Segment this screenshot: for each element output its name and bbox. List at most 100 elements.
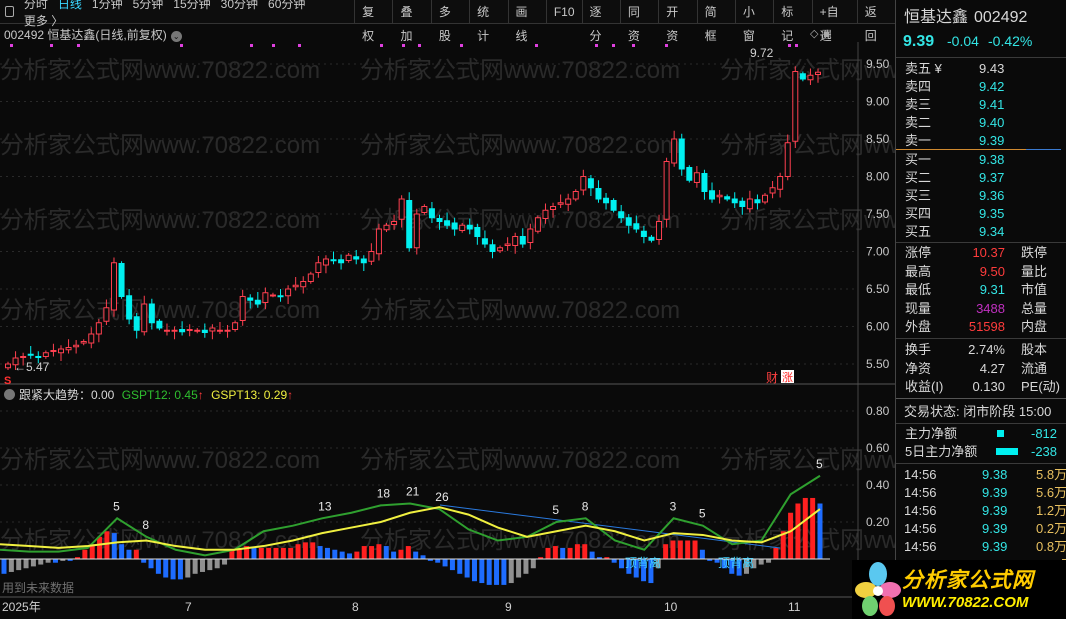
bid-label: 买三 xyxy=(905,188,932,203)
indicator-value: 跟紧大趋势：0.00 xyxy=(19,388,115,402)
high-price-label: 9.72 xyxy=(750,46,774,60)
candle xyxy=(784,142,791,177)
histogram-bar xyxy=(214,559,220,569)
histogram-bar xyxy=(619,559,625,569)
candle xyxy=(428,208,435,219)
candle xyxy=(126,295,133,320)
date-tick-label: 2025年 xyxy=(2,600,41,614)
histogram-bar xyxy=(310,542,316,559)
bid-row: 买三 9.36 xyxy=(896,186,1066,205)
histogram-bar xyxy=(104,531,110,559)
event-dot xyxy=(50,44,53,47)
stat-value: 3488 xyxy=(976,300,1005,316)
stat-label: 涨停 xyxy=(905,245,932,260)
count-label: 21 xyxy=(406,485,420,499)
candle xyxy=(57,348,64,354)
tick-time: 14:56 xyxy=(904,521,937,536)
tick-row: 14:56 9.39 1.2万 xyxy=(896,501,1066,520)
event-dot xyxy=(380,44,383,47)
candle xyxy=(171,329,178,332)
candle xyxy=(527,228,534,243)
candle xyxy=(815,71,821,75)
candle xyxy=(141,303,148,333)
count-label: 5 xyxy=(552,503,559,517)
histogram-bar xyxy=(295,544,301,559)
bid-price: 9.34 xyxy=(979,224,1005,239)
price-row: 9.39 -0.04 -0.42% xyxy=(896,32,1066,51)
date-tick-label: 9 xyxy=(505,600,512,614)
stat-row: 涨停 10.37 跌停 xyxy=(896,243,1066,262)
histogram-bar xyxy=(141,559,147,563)
candle xyxy=(118,263,125,297)
candle xyxy=(610,200,617,211)
price-tick-label: 9.50 xyxy=(866,57,890,71)
histogram-bar xyxy=(802,497,808,559)
histogram-bar xyxy=(442,559,448,567)
histogram-bar xyxy=(273,547,279,559)
tick-price: 9.38 xyxy=(982,467,1008,482)
chart-canvas[interactable]: 分析家公式网www.70822.com 分析家公式网www.70822.com 分析… xyxy=(0,0,895,619)
chevron-down-icon[interactable] xyxy=(4,389,15,400)
candle xyxy=(186,329,193,331)
candle xyxy=(103,307,110,322)
event-dot xyxy=(418,44,421,47)
stat-row: 最低 9.31 市值 xyxy=(896,280,1066,299)
tick-price: 9.39 xyxy=(982,521,1008,536)
histogram-bar xyxy=(486,559,492,585)
histogram-bar xyxy=(23,559,29,569)
event-dot xyxy=(665,44,668,47)
histogram-bar xyxy=(288,547,294,559)
histogram-bar xyxy=(383,546,389,559)
bid-row: 买二 9.37 xyxy=(896,168,1066,187)
histogram-bar xyxy=(464,559,470,578)
stat-label: 外盘 xyxy=(905,319,932,334)
date-tick-label: 8 xyxy=(352,600,359,614)
stat-value: 51598 xyxy=(968,319,1005,334)
candle xyxy=(201,329,208,333)
divider xyxy=(896,463,1066,464)
flow-value: -812 xyxy=(1031,426,1058,441)
candle xyxy=(466,224,473,230)
histogram-bar xyxy=(8,559,14,572)
event-dot xyxy=(788,44,791,47)
indicator-tick-label: 0.60 xyxy=(866,441,890,455)
divergence-label: 顶背离 xyxy=(625,555,661,570)
candle xyxy=(731,198,738,204)
event-dot xyxy=(250,44,253,47)
stat-label: 最高 xyxy=(905,263,932,279)
limit-up-mark[interactable]: 涨 xyxy=(782,371,793,384)
tick-time: 14:56 xyxy=(904,467,937,482)
price-tick-label: 9.00 xyxy=(866,95,890,109)
candle xyxy=(769,187,776,194)
trading-status: 交易状态: 闭市阶段 15:00 xyxy=(896,402,1066,421)
watermark-text: 分析家公式网www.70822.com xyxy=(0,207,320,234)
histogram-bar xyxy=(574,544,580,559)
stat-label-right: 股本 xyxy=(1021,342,1048,357)
candle xyxy=(224,329,231,332)
count-label: 8 xyxy=(142,518,149,532)
candle xyxy=(285,288,292,297)
price-tick-label: 8.00 xyxy=(866,170,890,184)
finance-mark[interactable]: 财 xyxy=(766,371,778,385)
flow-row: 5日主力净额 -238 xyxy=(896,442,1066,461)
candle xyxy=(413,213,420,249)
divergence-label: 顶背离 xyxy=(718,555,754,570)
histogram-bar xyxy=(494,559,500,585)
candle xyxy=(95,322,102,335)
up-arrow-icon: ↑ xyxy=(287,388,294,402)
candle xyxy=(330,259,337,262)
stat-label-right: 市值 xyxy=(1021,282,1048,297)
histogram-bar xyxy=(1,559,7,574)
price-tick-label: 8.50 xyxy=(866,132,890,146)
candle xyxy=(716,194,723,198)
candle xyxy=(73,344,80,348)
histogram-bar xyxy=(457,559,463,574)
candle xyxy=(663,161,670,220)
indicator-tick-label: 0.80 xyxy=(866,404,890,418)
ask-label: 卖三 xyxy=(905,97,932,112)
stat-row: 外盘 51598 内盘 xyxy=(896,317,1066,336)
gspt13-label: GSPT13: 0.29 xyxy=(211,388,288,402)
event-dot xyxy=(595,44,598,47)
candle xyxy=(277,295,284,298)
candle xyxy=(648,236,655,241)
